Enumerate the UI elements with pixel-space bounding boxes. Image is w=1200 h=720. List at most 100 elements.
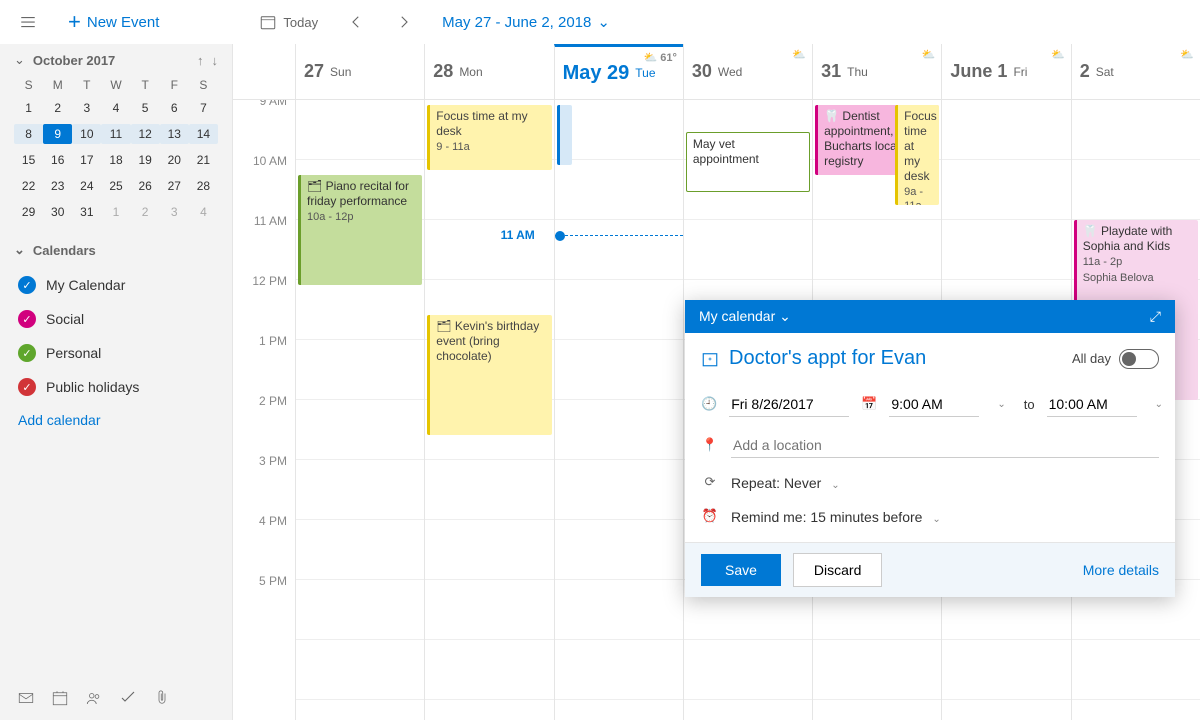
repeat-value[interactable]: Never [784,475,821,491]
attachment-icon[interactable] [148,684,176,712]
mini-day[interactable]: 19 [131,150,160,170]
event-title-input[interactable]: Doctor's appt for Evan [729,347,1062,370]
mini-day[interactable]: 22 [14,176,43,196]
mini-day[interactable]: 12 [131,124,160,144]
mini-day[interactable]: 27 [160,176,189,196]
mini-day[interactable]: 14 [189,124,218,144]
mini-day[interactable]: 20 [160,150,189,170]
calendar-item[interactable]: ✓Public holidays [14,370,218,404]
mini-day[interactable]: 11 [101,124,130,144]
mini-day[interactable]: 21 [189,150,218,170]
calendar-picker-icon[interactable]: 📅 [861,396,877,414]
end-time-input[interactable] [1047,392,1137,417]
calendar-checkbox[interactable]: ✓ [18,276,36,294]
mini-day[interactable]: 1 [14,98,43,118]
day-col-mon[interactable]: Focus time at my desk9 - 11a 🗂 Kevin's b… [424,100,553,720]
day-header[interactable]: May 29Tue⛅ 61° [554,44,683,99]
mini-next-month[interactable]: ↓ [212,53,219,68]
tasks-icon[interactable] [114,684,142,712]
event-piano[interactable]: 🗂 Piano recital for friday performance10… [298,175,422,285]
more-details-link[interactable]: More details [1083,562,1159,578]
mini-day[interactable]: 13 [160,124,189,144]
calendar-item[interactable]: ✓My Calendar [14,268,218,302]
start-time-input[interactable] [889,392,979,417]
mini-day[interactable]: 25 [101,176,130,196]
mini-day[interactable]: 15 [14,150,43,170]
save-button[interactable]: Save [701,554,781,586]
add-calendar-link[interactable]: Add calendar [14,404,218,436]
mini-day[interactable]: 24 [72,176,101,196]
today-button[interactable]: Today [249,2,328,42]
hour-label: 5 PM [233,574,295,634]
mini-day[interactable]: 16 [43,150,72,170]
people-icon[interactable] [80,684,108,712]
location-input[interactable] [731,433,1159,458]
all-day-label: All day [1072,351,1111,366]
prev-week-button[interactable] [336,2,376,42]
day-header[interactable]: 28Mon [424,44,553,99]
mini-weekday-header: F [160,78,189,92]
new-event-button[interactable]: +New Event [56,2,171,42]
mini-day[interactable]: 2 [43,98,72,118]
day-header[interactable]: 30Wed⛅ [683,44,812,99]
chevron-down-icon[interactable]: ⌄ [926,514,946,525]
mini-day[interactable]: 23 [43,176,72,196]
day-col-sun[interactable]: 🗂 Piano recital for friday performance10… [295,100,424,720]
mini-day[interactable]: 10 [72,124,101,144]
calendar-checkbox[interactable]: ✓ [18,378,36,396]
day-header[interactable]: 27Sun [295,44,424,99]
mini-day[interactable]: 17 [72,150,101,170]
chevron-down-icon[interactable]: ⌄ [825,480,845,491]
mini-day[interactable]: 2 [131,202,160,222]
mini-prev-month[interactable]: ↑ [197,53,204,68]
calendar-picker[interactable]: My calendar ⌄ [699,308,791,325]
event-focus-thu[interactable]: Focus time at my desk9a - 11a [895,105,939,205]
mini-day[interactable]: 29 [14,202,43,222]
mini-day[interactable]: 1 [101,202,130,222]
all-day-toggle[interactable] [1119,349,1159,369]
event-vet[interactable]: May vet appointment [686,132,810,192]
day-header[interactable]: 31Thu⛅ [812,44,941,99]
mini-day[interactable]: 3 [72,98,101,118]
mini-day[interactable]: 5 [131,98,160,118]
tooth-icon: 🦷 [824,109,839,123]
calendar-checkbox[interactable]: ✓ [18,310,36,328]
event-slot[interactable] [557,105,572,165]
mini-day[interactable]: 3 [160,202,189,222]
next-week-button[interactable] [384,2,424,42]
mini-day[interactable]: 26 [131,176,160,196]
calendar-item[interactable]: ✓Social [14,302,218,336]
day-header[interactable]: 2Sat⛅ [1071,44,1200,99]
hour-label: 10 AM [233,154,295,214]
day-header[interactable]: June 1Fri⛅ [941,44,1070,99]
mini-day[interactable]: 28 [189,176,218,196]
calendar-collapse-icon[interactable]: ⌄ [14,52,25,68]
mini-day[interactable]: 9 [43,124,72,144]
mini-weekday-header: M [43,78,72,92]
mini-day[interactable]: 8 [14,124,43,144]
day-col-tue[interactable]: 11 AM [554,100,683,720]
chevron-down-icon[interactable]: ⌄ [991,399,1011,410]
date-range-dropdown[interactable]: May 27 - June 2, 2018⌄ [432,13,620,31]
mini-day[interactable]: 4 [189,202,218,222]
mini-day[interactable]: 30 [43,202,72,222]
start-date-input[interactable] [729,392,849,417]
discard-button[interactable]: Discard [793,553,882,587]
event-kevin[interactable]: 🗂 Kevin's birthday event (bring chocolat… [427,315,551,435]
mini-day[interactable]: 7 [189,98,218,118]
chevron-down-icon[interactable]: ⌄ [1149,399,1169,410]
calendar-icon[interactable] [46,684,74,712]
mini-day[interactable]: 4 [101,98,130,118]
event-focus-mon[interactable]: Focus time at my desk9 - 11a [427,105,551,170]
hamburger-icon[interactable] [8,2,48,42]
calendars-collapse-icon[interactable]: ⌄ [14,242,25,258]
mini-day[interactable]: 18 [101,150,130,170]
calendar-checkbox[interactable]: ✓ [18,344,36,362]
remind-value[interactable]: 15 minutes before [810,509,922,525]
mail-icon[interactable] [12,684,40,712]
calendar-item[interactable]: ✓Personal [14,336,218,370]
mini-day[interactable]: 6 [160,98,189,118]
mini-weekday-header: T [72,78,101,92]
mini-day[interactable]: 31 [72,202,101,222]
expand-icon[interactable]: ⤢ [1150,308,1161,325]
